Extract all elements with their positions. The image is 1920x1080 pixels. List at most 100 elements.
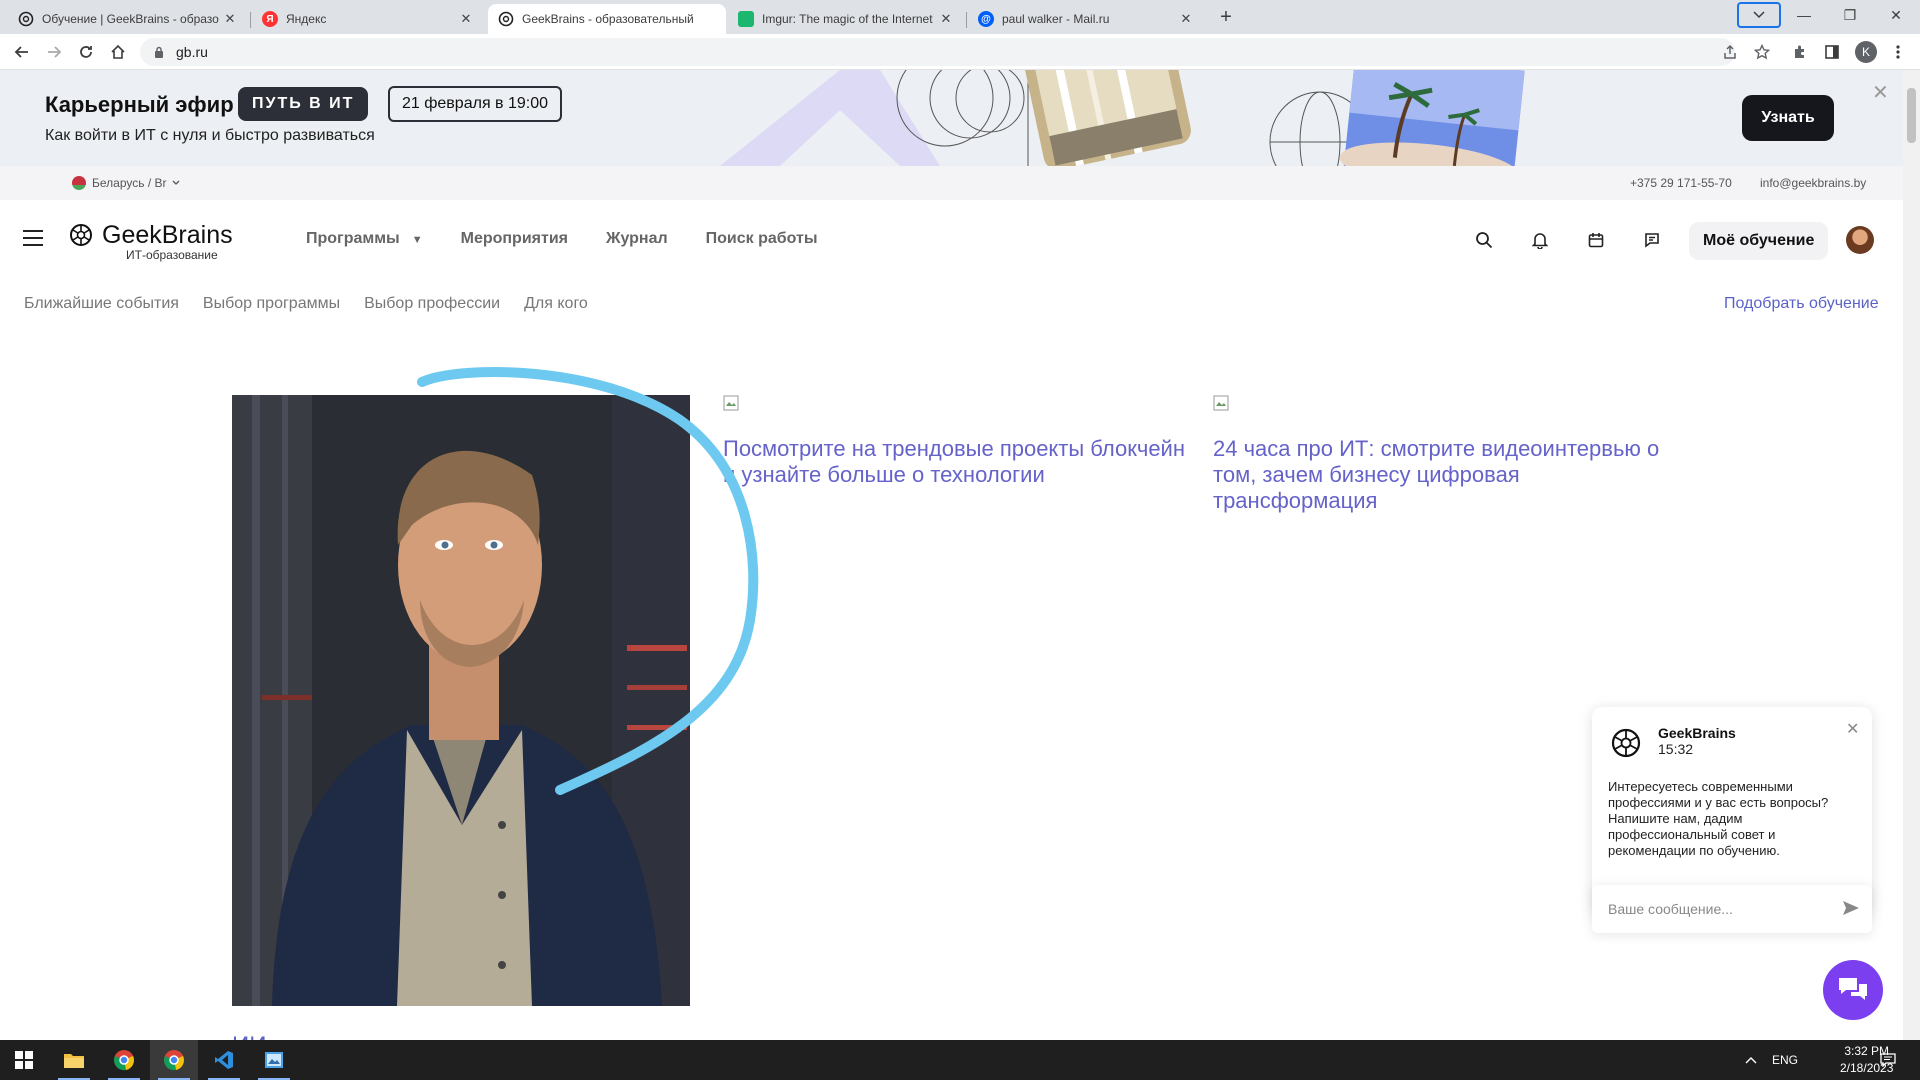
subnav-item-audience[interactable]: Для кого [524,295,588,313]
calendar-icon[interactable] [1584,228,1608,252]
banner-pill: ПУТЬ В ИТ [238,87,369,121]
banner-illustration [720,70,1525,166]
reload-icon [80,46,92,58]
page-scrollbar[interactable] [1903,70,1920,1040]
subnav-item-program[interactable]: Выбор программы [203,295,340,313]
tray-chevron-up-icon[interactable] [1745,1040,1757,1080]
new-tab-button[interactable]: + [1214,6,1238,30]
chrome-icon [164,1050,184,1071]
browser-tab[interactable]: @ paul walker - Mail.ru ✕ [968,4,1204,34]
lock-icon [155,46,163,58]
user-avatar[interactable] [1846,226,1874,254]
chat-message-input[interactable]: Ваше сообщение... [1592,885,1872,933]
nav-item-journal[interactable]: Журнал [606,230,668,248]
vscode-icon [215,1051,233,1069]
close-window-button[interactable]: ✕ [1873,0,1919,30]
windows-logo-icon [15,1051,33,1069]
phone-link[interactable]: +375 29 171-55-70 [1630,176,1732,190]
browser-menu-button[interactable] [1886,40,1910,64]
taskbar-vscode[interactable] [200,1040,248,1080]
subnav-item-events[interactable]: Ближайшие события [24,295,179,313]
site-logo[interactable]: GeekBrains ИТ-образование [68,222,233,262]
top-info-bar: Беларусь / Br +375 29 171-55-70 info@gee… [0,166,1903,200]
side-panel-icon [1825,45,1839,59]
banner-learn-button[interactable]: Узнать [1742,95,1834,141]
banner-close-icon[interactable]: ✕ [1872,80,1889,105]
article-card-link[interactable]: Посмотрите на трендовые проекты блокчейн… [723,436,1193,488]
taskbar-file-explorer[interactable] [50,1040,98,1080]
browser-toolbar: gb.ru K [0,34,1920,70]
bell-icon[interactable] [1528,228,1552,252]
taskbar-chrome-active[interactable] [150,1040,198,1080]
banner-title: Карьерный эфир [45,92,234,117]
close-icon[interactable]: ✕ [938,11,954,27]
restore-button[interactable]: ❐ [1827,0,1873,30]
page-viewport: Карьерный эфир ПУТЬ В ИТ 21 февраля в 19… [0,70,1903,1040]
notification-icon[interactable] [1880,1040,1896,1080]
scrollbar-thumb[interactable] [1907,88,1916,143]
subnav-item-profession[interactable]: Выбор профессии [364,295,500,313]
banner-date: 21 февраля в 19:00 [388,86,563,122]
chevron-down-icon [173,180,180,185]
chat-launcher-button[interactable] [1823,960,1883,1020]
reload-button[interactable] [74,40,98,64]
bookmark-button[interactable] [1750,40,1774,64]
forward-button[interactable] [42,40,66,64]
main-nav: Программы ▼ Мероприятия Журнал Поиск рабо… [306,230,818,248]
nav-item-programs[interactable]: Программы ▼ [306,230,423,248]
address-bar[interactable]: gb.ru [140,38,1735,66]
belarus-flag-icon [72,176,86,190]
browser-tab[interactable]: Обучение | GeekBrains - образо ✕ [8,4,248,34]
send-icon[interactable] [1842,900,1860,916]
geekbrains-icon [18,11,34,27]
region-selector[interactable]: Беларусь / Br [72,176,180,190]
windows-start-button[interactable] [0,1040,48,1080]
taskbar-paint[interactable] [250,1040,298,1080]
chat-popup: GeekBrains 15:32 ✕ Интересуетесь совреме… [1592,707,1872,915]
chevron-down-icon [1753,11,1765,19]
chat-sender-name: GeekBrains [1658,725,1736,741]
article-card-link[interactable]: 24 часа про ИТ: смотрите видеоинтервью о… [1213,436,1683,514]
chat-input-placeholder: Ваше сообщение... [1608,901,1733,917]
tab-search-button[interactable] [1737,2,1781,28]
nav-item-events[interactable]: Мероприятия [461,230,568,248]
home-icon [111,44,125,59]
taskbar-chrome[interactable] [100,1040,148,1080]
chat-icon[interactable] [1640,228,1664,252]
article-card-link-partial[interactable]: ИИ [232,1032,267,1040]
arrow-right-icon [48,46,62,58]
back-button[interactable] [10,40,34,64]
promo-banner[interactable]: Карьерный эфир ПУТЬ В ИТ 21 февраля в 19… [0,70,1903,166]
profile-avatar[interactable]: K [1855,41,1877,63]
extensions-button[interactable] [1788,40,1812,64]
menu-burger-icon[interactable] [23,230,43,251]
close-icon[interactable]: ✕ [1178,11,1194,27]
chat-message: Интересуетесь современными профессиями и… [1608,779,1829,858]
pick-learning-link[interactable]: Подобрать обучение [1724,295,1879,313]
site-header: GeekBrains ИТ-образование Программы ▼ Мер… [0,200,1903,280]
close-icon[interactable]: ✕ [458,11,474,27]
browser-tab-active[interactable]: GeekBrains - образовательный [488,4,726,34]
close-icon[interactable]: ✕ [222,11,238,27]
tray-language[interactable]: ENG [1772,1040,1798,1080]
scribble-annotation [417,367,759,795]
minimize-button[interactable]: — [1781,0,1827,30]
my-learning-button[interactable]: Моё обучение [1689,222,1829,260]
tab-title: Обучение | GeekBrains - образо [42,12,219,26]
browser-tab[interactable]: Я Яндекс ✕ [252,4,484,34]
more-vert-icon [1896,45,1900,59]
side-panel-button[interactable] [1820,40,1844,64]
home-button[interactable] [106,40,130,64]
puzzle-icon [1795,45,1804,58]
email-link[interactable]: info@geekbrains.by [1760,176,1866,190]
share-button[interactable] [1718,40,1742,64]
browser-tab[interactable]: Imgur: The magic of the Internet ✕ [728,4,964,34]
broken-image-icon [1213,395,1229,411]
yandex-icon: Я [262,11,278,27]
nav-item-job-search[interactable]: Поиск работы [706,230,818,248]
url-text: gb.ru [176,44,208,60]
logo-subtitle: ИТ-образование [126,248,218,262]
close-icon[interactable]: ✕ [1846,719,1859,739]
search-icon[interactable] [1472,228,1496,252]
arrow-left-icon [14,46,28,58]
